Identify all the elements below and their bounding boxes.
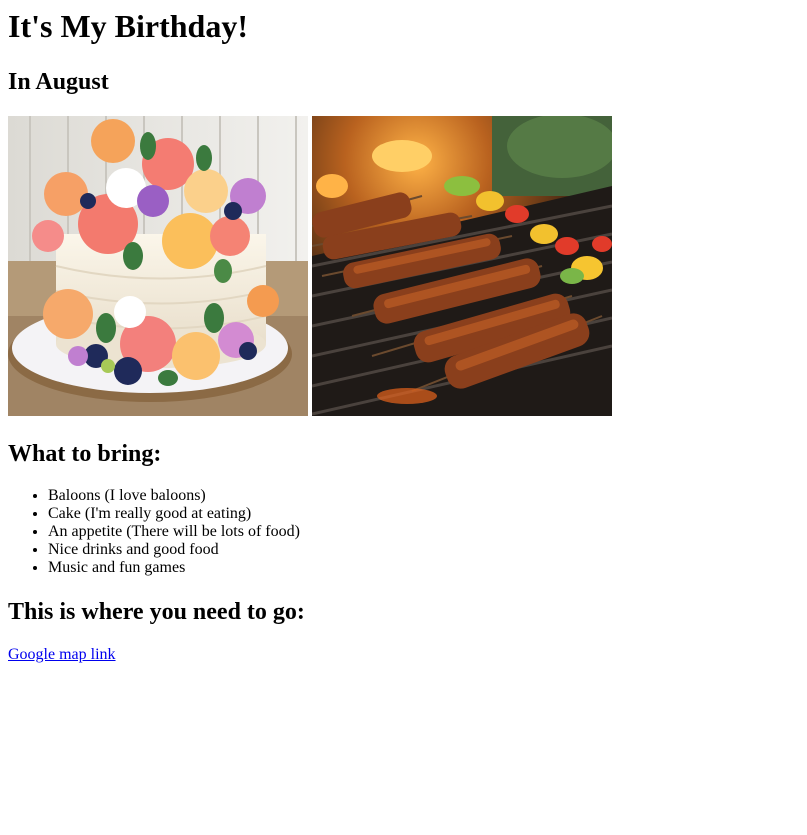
list-item: Baloons (I love baloons) [48, 487, 799, 505]
page-title: It's My Birthday! [8, 8, 248, 44]
page-subtitle: In August [8, 69, 109, 95]
bring-list: Baloons (I love baloons) Cake (I'm reall… [8, 487, 799, 577]
list-item: Music and fun games [48, 559, 799, 577]
what-to-bring-heading: What to bring: [8, 441, 162, 467]
page-content: It's My Birthday! In August What to brin… [0, 0, 807, 664]
barbecue-image [312, 116, 612, 416]
list-item: Nice drinks and good food [48, 541, 799, 559]
photo-row [8, 116, 799, 416]
cake-image [8, 116, 308, 416]
directions-heading: This is where you need to go: [8, 599, 305, 625]
list-item: Cake (I'm really good at eating) [48, 505, 799, 523]
google-map-link[interactable]: Google map link [8, 646, 116, 664]
list-item: An appetite (There will be lots of food) [48, 523, 799, 541]
